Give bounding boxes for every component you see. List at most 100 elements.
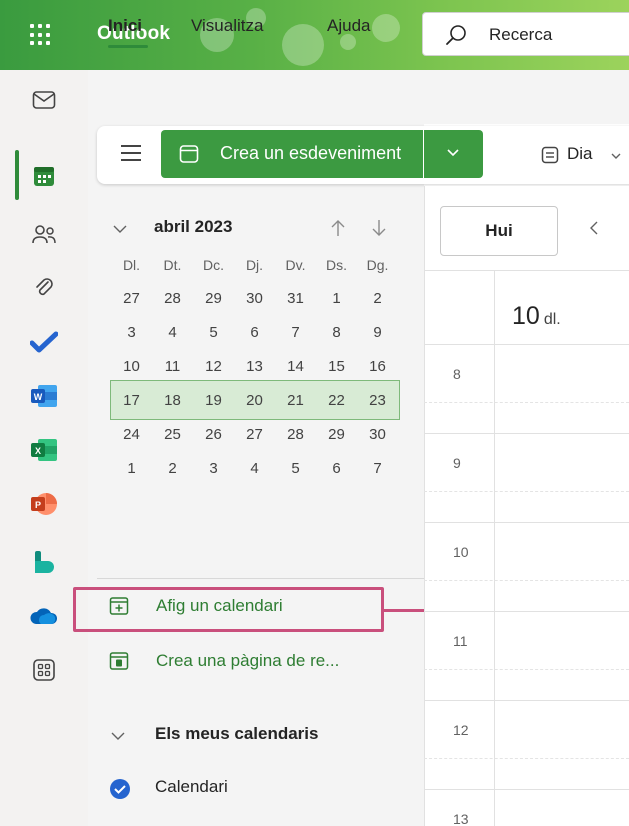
rail-calendar-button[interactable] <box>0 146 88 206</box>
more-apps-icon <box>33 659 55 681</box>
mini-calendar-day[interactable]: 6 <box>316 452 357 486</box>
rail-bookings-button[interactable] <box>0 532 88 592</box>
mini-calendar-month[interactable]: abril 2023 <box>154 217 232 237</box>
bookings-page-icon <box>109 652 129 670</box>
app-launcher-icon[interactable] <box>30 24 52 46</box>
calendar-checked-icon[interactable] <box>109 778 131 800</box>
rail-files-button[interactable] <box>0 258 88 318</box>
mini-calendar-day[interactable]: 28 <box>275 418 316 452</box>
mini-calendar-day[interactable]: 4 <box>152 316 193 350</box>
hour-divider <box>424 344 629 345</box>
time-gutter-divider <box>494 270 495 826</box>
mini-calendar-day[interactable]: 8 <box>316 316 357 350</box>
calendar-list-item[interactable]: Calendari <box>155 777 228 797</box>
mini-calendar-day[interactable]: 29 <box>193 282 234 316</box>
mini-calendar-day[interactable]: 1 <box>316 282 357 316</box>
tab-visualitza[interactable]: Visualitza <box>191 16 263 36</box>
my-calendars-heading[interactable]: Els meus calendaris <box>155 724 318 744</box>
mini-calendar-day[interactable]: 24 <box>111 418 152 452</box>
mini-calendar-day[interactable]: 3 <box>193 452 234 486</box>
half-hour-divider <box>424 402 629 403</box>
mini-calendar-day[interactable]: 7 <box>275 316 316 350</box>
mini-calendar-day[interactable]: 14 <box>275 350 316 384</box>
weekday-header: Dl. <box>122 257 141 273</box>
word-icon: W <box>31 385 57 407</box>
mini-calendar-day[interactable]: 11 <box>152 350 193 384</box>
mini-calendar-day[interactable]: 25 <box>152 418 193 452</box>
rail-more-apps-button[interactable] <box>0 640 88 700</box>
mini-calendar-day[interactable]: 9 <box>357 316 398 350</box>
collapse-chevron-icon[interactable] <box>112 223 128 235</box>
mini-calendar-day[interactable]: 31 <box>275 282 316 316</box>
mini-calendar-day[interactable]: 4 <box>234 452 275 486</box>
hour-divider <box>424 789 629 790</box>
my-calendars-chevron-icon[interactable] <box>110 730 126 742</box>
mini-calendar-day[interactable]: 29 <box>316 418 357 452</box>
rail-excel-button[interactable]: X <box>0 420 88 480</box>
mini-calendar-day[interactable]: 28 <box>152 282 193 316</box>
mini-calendar-day[interactable]: 15 <box>316 350 357 384</box>
mini-calendar-day[interactable]: 10 <box>111 350 152 384</box>
mini-calendar-day[interactable]: 3 <box>111 316 152 350</box>
rail-word-button[interactable]: W <box>0 366 88 426</box>
mini-calendar-day[interactable]: 5 <box>275 452 316 486</box>
search-box[interactable]: Recerca <box>422 12 629 56</box>
mini-calendar-day[interactable]: 23 <box>357 384 398 418</box>
mini-calendar-day[interactable]: 7 <box>357 452 398 486</box>
mini-calendar-day[interactable]: 2 <box>357 282 398 316</box>
chevron-down-icon <box>447 149 459 157</box>
today-button[interactable]: Hui <box>440 206 558 256</box>
mini-calendar-day[interactable]: 12 <box>193 350 234 384</box>
mini-calendar-day[interactable]: 26 <box>193 418 234 452</box>
weekday-header: Dj. <box>245 257 264 273</box>
half-hour-divider <box>424 758 629 759</box>
rail-powerpoint-button[interactable]: P <box>0 474 88 534</box>
svg-text:P: P <box>35 500 41 510</box>
day-header-divider <box>424 270 629 271</box>
powerpoint-icon: P <box>31 493 57 515</box>
mini-calendar-day[interactable]: 20 <box>234 384 275 418</box>
hour-label: 12 <box>453 722 469 738</box>
annotation-highlight-box <box>73 587 384 632</box>
previous-month-arrow-icon[interactable] <box>330 219 346 237</box>
mini-calendar-day[interactable]: 16 <box>357 350 398 384</box>
new-event-button[interactable]: Crea un esdeveniment <box>161 130 423 178</box>
day-header[interactable]: 10 dl. <box>512 302 561 331</box>
mini-calendar-day[interactable]: 17 <box>111 384 152 418</box>
calendar-add-icon <box>179 145 199 163</box>
mini-calendar-day[interactable]: 27 <box>111 282 152 316</box>
mini-calendar-day[interactable]: 21 <box>275 384 316 418</box>
hour-divider <box>424 433 629 434</box>
view-chevron-down-icon[interactable] <box>610 150 622 162</box>
rail-todo-button[interactable] <box>0 312 88 372</box>
day-number: 10 <box>512 302 540 330</box>
tab-ajuda[interactable]: Ajuda <box>327 16 370 36</box>
search-input[interactable]: Recerca <box>489 25 552 45</box>
tab-inici[interactable]: Inici <box>108 16 142 36</box>
mini-calendar-day[interactable]: 18 <box>152 384 193 418</box>
mini-calendar-day[interactable]: 27 <box>234 418 275 452</box>
mini-calendar-day[interactable]: 13 <box>234 350 275 384</box>
mini-calendar-day[interactable]: 6 <box>234 316 275 350</box>
command-bar: Crea un esdeveniment Dia <box>97 126 629 184</box>
new-event-dropdown-button[interactable] <box>424 130 483 178</box>
previous-day-chevron-icon[interactable] <box>588 220 600 236</box>
half-hour-divider <box>424 669 629 670</box>
next-month-arrow-icon[interactable] <box>371 219 387 237</box>
mini-calendar-day[interactable]: 22 <box>316 384 357 418</box>
search-icon <box>446 25 466 45</box>
hour-label: 13 <box>453 811 469 826</box>
mini-calendar-day[interactable]: 19 <box>193 384 234 418</box>
hamburger-menu-icon[interactable] <box>121 145 141 161</box>
mini-calendar-day[interactable]: 5 <box>193 316 234 350</box>
hour-label: 11 <box>453 633 468 649</box>
mini-calendar-day[interactable]: 2 <box>152 452 193 486</box>
bookings-icon <box>35 551 54 573</box>
view-selector-label[interactable]: Dia <box>567 144 593 164</box>
mini-calendar-day[interactable]: 1 <box>111 452 152 486</box>
rail-people-button[interactable] <box>0 204 88 264</box>
mini-calendar-day[interactable]: 30 <box>234 282 275 316</box>
onedrive-icon <box>30 608 58 624</box>
mini-calendar-day[interactable]: 30 <box>357 418 398 452</box>
rail-mail-button[interactable] <box>0 70 88 130</box>
